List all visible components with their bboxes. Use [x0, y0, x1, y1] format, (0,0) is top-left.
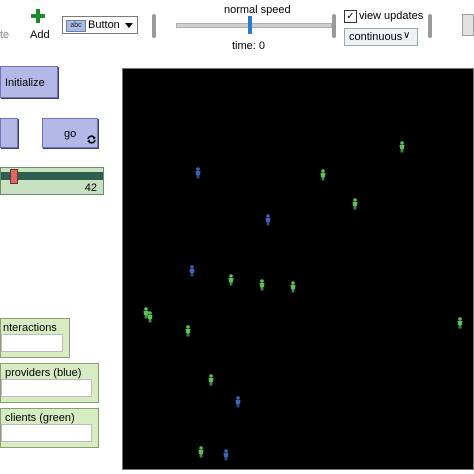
toolbar: te Add abc Button normal speed time: 0 ✓… — [0, 0, 474, 52]
edit-button-partial[interactable]: te — [0, 29, 9, 41]
client-agent — [320, 169, 326, 181]
update-mode-value: continuous — [349, 31, 403, 43]
toolbar-divider — [428, 14, 432, 38]
setup-button-partial[interactable] — [0, 118, 18, 148]
ticks-counter: time: 0 — [232, 40, 266, 52]
world-view[interactable] — [122, 68, 474, 470]
client-agent — [399, 141, 405, 153]
monitor-label: clients (green) — [5, 412, 75, 424]
initialize-button-wrap: Initialize — [0, 66, 58, 98]
monitor-label: providers (blue) — [5, 367, 82, 379]
interactions-monitor: nteractions — [0, 318, 70, 358]
client-agent — [457, 317, 463, 329]
client-agent — [352, 198, 358, 210]
client-agent — [185, 325, 191, 337]
provider-agent — [223, 449, 229, 461]
slider-knob[interactable] — [10, 169, 18, 184]
add-button-label[interactable]: Add — [30, 29, 50, 41]
forever-arrows-icon — [87, 135, 96, 144]
clients-monitor: clients (green) — [0, 408, 99, 448]
client-agent — [290, 281, 296, 293]
client-agent — [228, 274, 234, 286]
go-button-label: go — [64, 128, 77, 140]
plus-icon[interactable] — [30, 8, 46, 28]
view-updates-label: view updates — [359, 10, 424, 22]
client-agent — [147, 311, 153, 323]
speed-label: normal speed — [224, 4, 291, 16]
update-mode-select[interactable]: continuous ∨ — [344, 28, 418, 46]
provider-agent — [235, 396, 241, 408]
toolbar-divider — [152, 14, 156, 38]
client-agent — [198, 446, 204, 458]
initialize-button[interactable]: Initialize — [0, 66, 58, 98]
widget-type-select[interactable]: abc Button — [62, 16, 138, 34]
monitor-label: nteractions — [3, 322, 57, 334]
slider-value: 42 — [84, 182, 97, 194]
provider-agent — [189, 265, 195, 277]
monitor-value — [1, 379, 92, 397]
providers-monitor: providers (blue) — [0, 363, 99, 403]
provider-agent — [265, 214, 271, 226]
monitor-value — [1, 424, 92, 442]
check-icon: ✓ — [346, 11, 355, 22]
agents-layer — [143, 141, 463, 461]
provider-agent — [195, 167, 201, 179]
initialize-button-label: Initialize — [5, 77, 45, 89]
widget-type-label: Button — [88, 19, 120, 31]
view-updates-checkbox[interactable]: ✓ — [344, 10, 357, 23]
go-button[interactable]: go — [42, 118, 98, 148]
speed-slider-track[interactable] — [176, 23, 332, 28]
toolbar-divider — [332, 14, 336, 38]
speed-slider-thumb[interactable] — [248, 16, 252, 34]
abc-icon: abc — [66, 20, 86, 32]
chevron-down-icon — [125, 23, 133, 28]
monitor-value — [1, 334, 63, 352]
client-agent — [259, 279, 265, 291]
parameter-slider[interactable]: 42 — [0, 167, 104, 195]
client-agent — [208, 374, 214, 386]
settings-button-partial[interactable] — [462, 14, 474, 36]
chevron-down-icon: ∨ — [403, 30, 411, 41]
